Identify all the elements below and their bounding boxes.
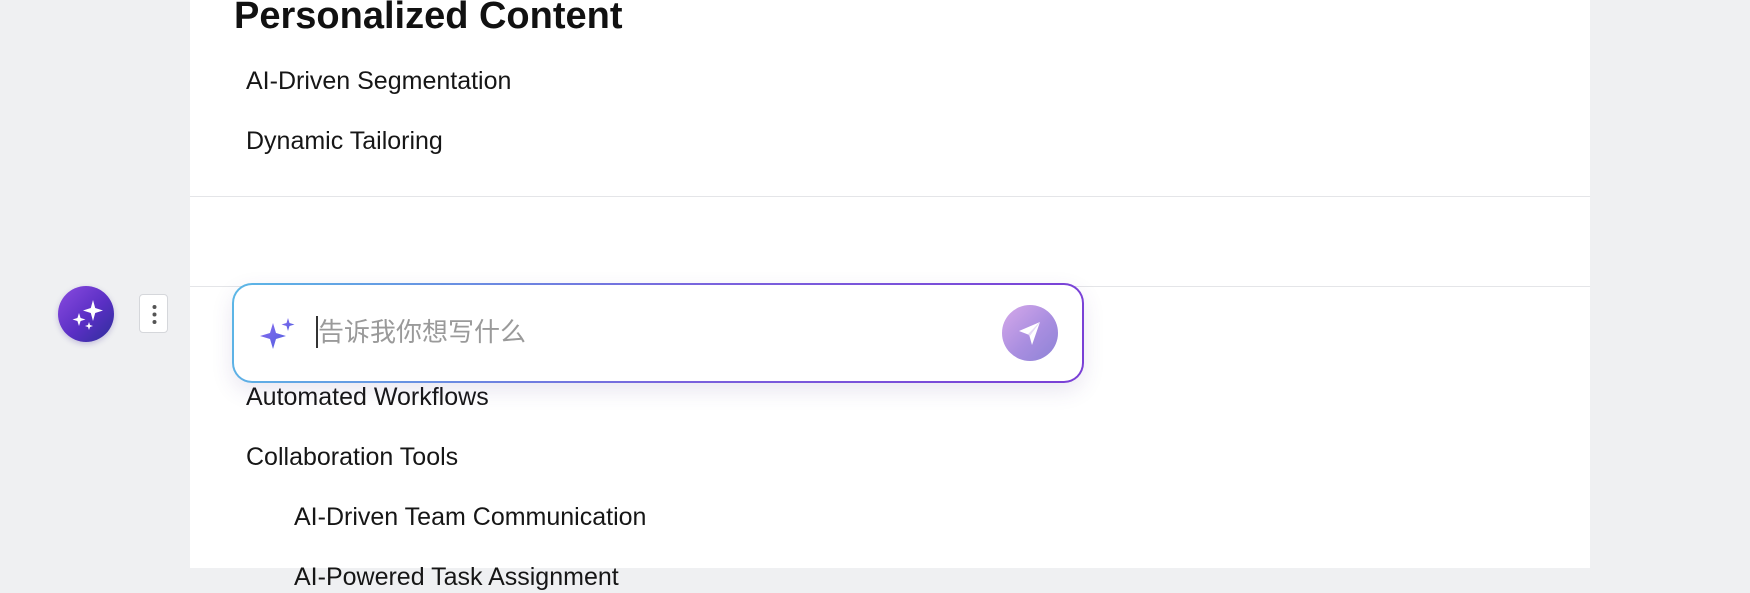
ai-prompt-input[interactable] [314, 311, 998, 355]
sparkle-icon [260, 318, 295, 349]
section-heading: Personalized Content [234, 0, 623, 37]
paper-plane-icon [1019, 322, 1040, 345]
send-button[interactable] [1002, 305, 1058, 361]
outline-item-dynamic-tailoring[interactable]: Dynamic Tailoring [246, 125, 443, 157]
block-drag-handle[interactable] [139, 294, 168, 333]
outline-item-automated-workflows[interactable]: Automated Workflows [246, 381, 489, 413]
ai-prompt-box [232, 283, 1084, 383]
divider [190, 196, 1590, 197]
text-caret [316, 316, 318, 348]
sparkles-icon [72, 300, 103, 330]
outline-item-ai-driven-team-communication[interactable]: AI-Driven Team Communication [294, 501, 646, 533]
ai-prompt-inner [234, 285, 1082, 381]
vertical-dots-icon [152, 305, 157, 324]
outline-item-collaboration-tools[interactable]: Collaboration Tools [246, 441, 458, 473]
ai-assistant-button[interactable] [58, 286, 114, 342]
outline-item-ai-driven-segmentation[interactable]: AI-Driven Segmentation [246, 65, 511, 97]
outline-item-ai-powered-task-assignment[interactable]: AI-Powered Task Assignment [294, 561, 619, 593]
